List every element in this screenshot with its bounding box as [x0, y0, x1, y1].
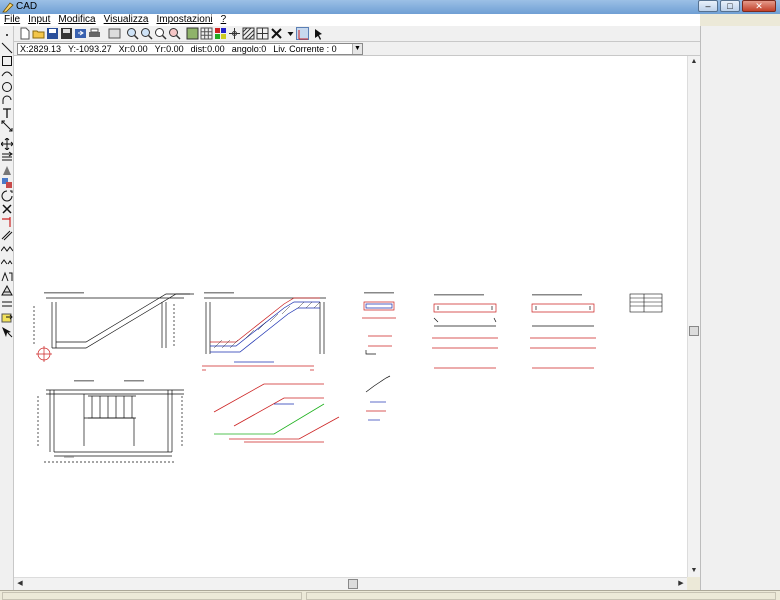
delete-icon[interactable]: [270, 27, 283, 40]
vertical-scroll-thumb[interactable]: [689, 326, 699, 336]
horizontal-scrollbar[interactable]: ◀ ▶: [14, 577, 687, 590]
coord-yr: Yr:0.00: [154, 44, 184, 54]
layers-icon[interactable]: [186, 27, 199, 40]
scroll-left-button[interactable]: ◀: [14, 578, 26, 590]
scale-icon[interactable]: [1, 190, 13, 202]
status-pane-left: [2, 592, 302, 600]
table-icon[interactable]: [256, 27, 269, 40]
draw-toolbar: [0, 26, 14, 590]
select-tool-icon[interactable]: [1, 326, 13, 338]
print-icon[interactable]: [88, 27, 101, 40]
grid-icon[interactable]: [200, 27, 213, 40]
preview-icon[interactable]: [108, 27, 121, 40]
title-block-table: [629, 293, 663, 313]
coord-xr: Xr:0.00: [118, 44, 148, 54]
rebar-detail-drawing: [213, 383, 340, 443]
extend-icon[interactable]: [1, 229, 13, 241]
menu-modifica[interactable]: Modifica: [58, 14, 95, 26]
trim-icon[interactable]: [1, 216, 13, 228]
window-title: CAD: [16, 1, 38, 12]
menu-help[interactable]: ?: [221, 14, 227, 26]
scroll-down-button[interactable]: ▼: [688, 565, 700, 577]
menu-bar: File Input Modifica Visualizza Impostazi…: [0, 14, 700, 26]
dropdown-arrow-icon[interactable]: [284, 27, 294, 40]
current-layer: Liv. Corrente : 0: [273, 44, 337, 54]
status-bar: [0, 590, 780, 600]
rectangle-icon[interactable]: [1, 55, 13, 67]
maximize-button[interactable]: □: [720, 0, 740, 12]
drawing-canvas[interactable]: [14, 56, 687, 577]
color-icon[interactable]: [214, 27, 227, 40]
zoom-in-icon[interactable]: [126, 27, 139, 40]
coordinate-readout[interactable]: X:2829.13 Y:-1093.27 Xr:0.00 Yr:0.00 dis…: [17, 43, 363, 55]
rebar-stair-drawing: [202, 297, 326, 371]
dimension-icon[interactable]: [1, 120, 13, 132]
coord-angle: angolo:0: [231, 44, 267, 54]
erase-icon[interactable]: [1, 203, 13, 215]
menu-file[interactable]: File: [4, 14, 20, 26]
scroll-up-button[interactable]: ▲: [688, 56, 700, 68]
menu-impostazioni[interactable]: Impostazioni: [156, 14, 212, 26]
title-bar: CAD – □ ✕: [0, 0, 780, 14]
offset-icon[interactable]: [1, 242, 13, 254]
app-icon: [2, 2, 14, 13]
menu-visualizza[interactable]: Visualizza: [104, 14, 149, 26]
save-icon[interactable]: [46, 27, 59, 40]
array-icon[interactable]: [1, 284, 13, 296]
zoom-all-icon[interactable]: [168, 27, 181, 40]
minimize-button[interactable]: –: [698, 0, 718, 12]
insert-icon[interactable]: [1, 312, 13, 324]
move-icon[interactable]: [1, 138, 13, 150]
coord-x: X:2829.13: [20, 44, 62, 54]
beam-section-detail: [362, 301, 396, 421]
chevron-down-icon[interactable]: ▼: [352, 44, 362, 54]
main-toolbar: [14, 26, 700, 42]
stair-plan-drawing: [37, 389, 184, 463]
text-icon[interactable]: [1, 107, 13, 119]
scroll-right-button[interactable]: ▶: [675, 578, 687, 590]
vertical-scrollbar[interactable]: ▲ ▼: [687, 56, 700, 577]
hatch-tool-icon[interactable]: [1, 270, 13, 282]
zoom-window-icon[interactable]: [154, 27, 167, 40]
select-arrow-icon[interactable]: [312, 27, 325, 40]
horizontal-scroll-thumb[interactable]: [348, 579, 358, 589]
dimension-labels: [44, 292, 582, 458]
coord-y: Y:-1093.27: [68, 44, 112, 54]
side-panel: [700, 26, 780, 590]
arc-icon[interactable]: [1, 68, 13, 80]
copy-icon[interactable]: [1, 151, 13, 163]
save-as-icon[interactable]: [60, 27, 73, 40]
close-button[interactable]: ✕: [742, 0, 776, 12]
cad-drawing: [33, 292, 663, 463]
arc2-icon[interactable]: [1, 94, 13, 106]
line-icon[interactable]: [1, 42, 13, 54]
ortho-icon[interactable]: [296, 27, 309, 40]
hatch-icon[interactable]: [242, 27, 255, 40]
stair-section-drawing: [33, 293, 194, 362]
snap-icon[interactable]: [228, 27, 241, 40]
point-icon[interactable]: [1, 29, 13, 41]
zoom-out-icon[interactable]: [140, 27, 153, 40]
block-icon[interactable]: [1, 298, 13, 310]
export-icon[interactable]: [74, 27, 87, 40]
mirror-icon[interactable]: [1, 164, 13, 176]
status-pane-right: [306, 592, 776, 600]
circle-icon[interactable]: [1, 81, 13, 93]
coord-dist: dist:0.00: [190, 44, 225, 54]
new-file-icon[interactable]: [18, 27, 31, 40]
open-folder-icon[interactable]: [32, 27, 45, 40]
menu-input[interactable]: Input: [28, 14, 50, 26]
rotate-icon[interactable]: [1, 177, 13, 189]
beam-detail-1: [432, 303, 498, 369]
coordinate-bar: X:2829.13 Y:-1093.27 Xr:0.00 Yr:0.00 dis…: [14, 42, 700, 56]
beam-detail-2: [530, 303, 596, 369]
measure-icon[interactable]: [1, 255, 13, 267]
